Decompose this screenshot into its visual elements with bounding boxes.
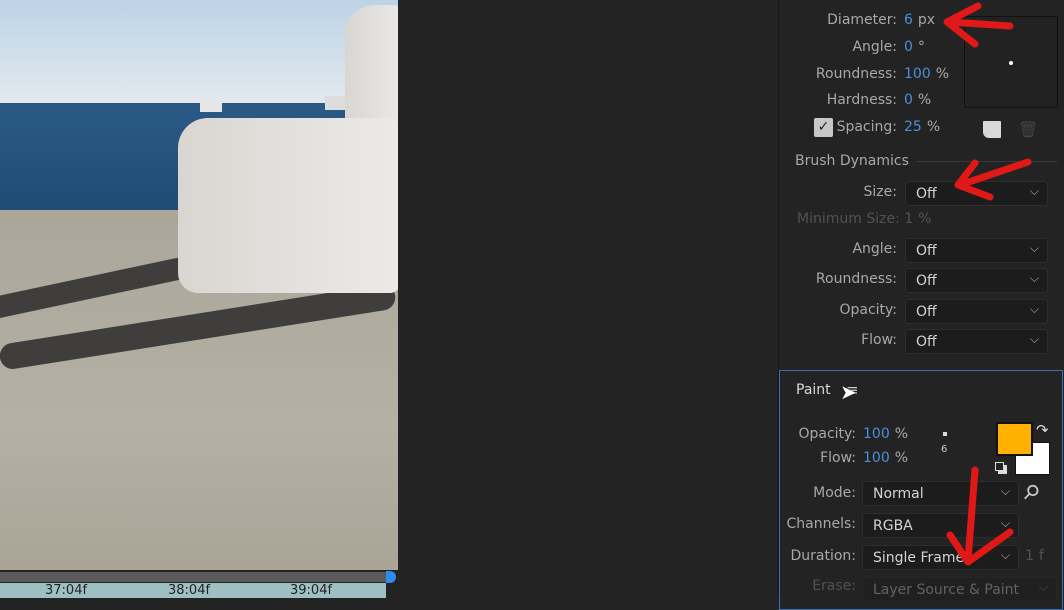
annotation-layer (943, 2, 1032, 566)
annotation-arrow (943, 2, 1014, 48)
annotation-arrow (954, 158, 1032, 201)
annotation-arrow (946, 466, 1014, 566)
